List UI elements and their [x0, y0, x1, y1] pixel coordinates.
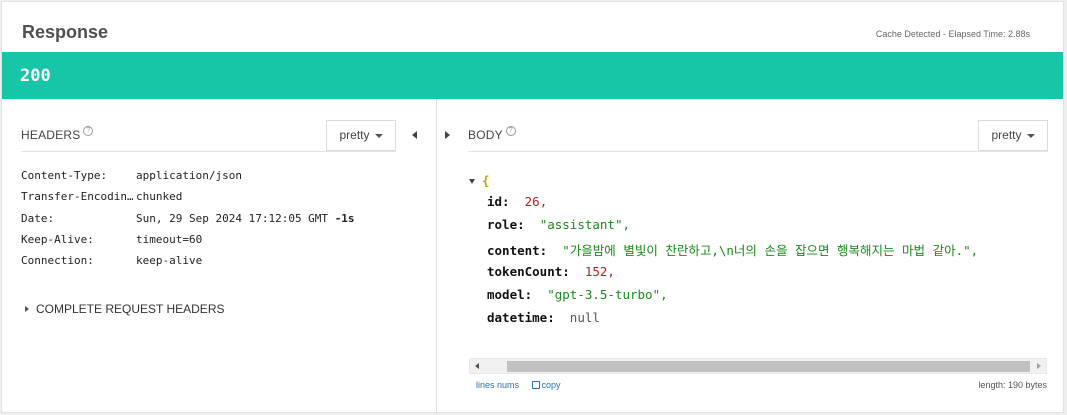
json-key: role:	[487, 217, 525, 232]
response-title: Response	[22, 22, 109, 42]
body-format-label: pretty	[991, 128, 1022, 142]
body-footer-links: lines nums copy	[476, 380, 561, 390]
json-value: "assistant",	[539, 217, 631, 232]
response-header: Response Cache Detected - Elapsed Time: …	[2, 2, 1063, 52]
scrollbar-thumb[interactable]	[507, 361, 1030, 372]
headers-section: HEADERS? pretty Content-Type: applicatio…	[2, 99, 432, 414]
json-line: content: "가을밤에 별빛이 찬란하고,\n너의 손을 잡으면 행복해지…	[487, 240, 978, 259]
headers-format-dropdown[interactable]: pretty	[326, 120, 396, 151]
json-key: model:	[487, 287, 533, 302]
headers-list: Content-Type: application/json Transfer-…	[21, 169, 421, 275]
json-viewer: { id: 26, role: "assistant", content: "가…	[469, 173, 1049, 333]
header-value: application/json	[136, 169, 242, 182]
headers-divider	[21, 151, 396, 152]
help-icon[interactable]: ?	[83, 126, 94, 136]
headers-title: HEADERS?	[21, 126, 94, 142]
body-divider	[468, 151, 1048, 152]
json-value: "gpt-3.5-turbo",	[547, 287, 668, 302]
body-length: length: 190 bytes	[978, 380, 1047, 390]
json-value: 26,	[524, 194, 548, 209]
copy-icon[interactable]	[531, 380, 540, 389]
header-row: Date: Sun, 29 Sep 2024 17:12:05 GMT -1s	[21, 212, 421, 233]
date-value: Sun, 29 Sep 2024 17:12:05 GMT	[136, 211, 329, 225]
header-key: Connection:	[21, 254, 94, 268]
header-row: Connection: keep-alive	[21, 254, 421, 275]
status-bar: 200	[2, 52, 1063, 99]
expand-right-icon[interactable]	[445, 131, 450, 139]
lines-nums-link[interactable]: lines nums	[476, 380, 519, 390]
json-key: id:	[487, 194, 510, 209]
json-open-brace: {	[482, 173, 490, 188]
header-key: Keep-Alive:	[21, 232, 94, 246]
header-row: Content-Type: application/json	[21, 169, 421, 190]
caret-down-icon	[374, 133, 383, 138]
scroll-left-icon[interactable]	[475, 363, 479, 369]
help-icon[interactable]: ?	[505, 126, 516, 136]
header-key: Transfer-Encodin…	[21, 190, 133, 204]
json-line: id: 26,	[487, 194, 547, 209]
header-value: keep-alive	[136, 254, 203, 268]
caret-down-icon	[1026, 133, 1035, 138]
body-format-dropdown[interactable]: pretty	[978, 120, 1048, 151]
caret-right-icon	[25, 305, 29, 312]
complete-request-headers-toggle[interactable]: COMPLETE REQUEST HEADERS	[25, 302, 224, 316]
header-value: timeout=60	[136, 232, 203, 246]
complete-request-headers-label: COMPLETE REQUEST HEADERS	[36, 302, 225, 316]
json-line: model: "gpt-3.5-turbo",	[487, 287, 668, 302]
horizontal-scrollbar[interactable]	[469, 358, 1047, 374]
header-value: chunked	[136, 190, 183, 204]
json-collapse-icon[interactable]	[469, 179, 475, 184]
json-key: content:	[487, 243, 548, 258]
date-offset: -1s	[334, 211, 355, 225]
json-key: datetime:	[487, 310, 555, 325]
json-line: datetime: null	[487, 310, 600, 325]
json-value: null	[569, 310, 600, 325]
json-value: "가을밤에 별빛이 찬란하고,\n너의 손을 잡으면 행복해지는 마법 같아."…	[562, 243, 979, 258]
headers-format-label: pretty	[339, 128, 370, 142]
collapse-left-icon[interactable]	[412, 131, 417, 139]
json-key: tokenCount:	[487, 264, 570, 279]
scroll-right-icon[interactable]	[1037, 363, 1041, 369]
response-panel: Response Cache Detected - Elapsed Time: …	[1, 1, 1065, 414]
status-code: 200	[20, 66, 51, 86]
body-title: BODY?	[468, 126, 516, 142]
header-row: Keep-Alive: timeout=60	[21, 233, 421, 254]
header-key: Date:	[21, 211, 55, 225]
header-key: Content-Type:	[21, 169, 108, 182]
copy-link[interactable]: copy	[542, 380, 561, 390]
header-row: Transfer-Encodin… chunked	[21, 190, 421, 211]
body-section: BODY? pretty { id: 26, role: "assistant"…	[436, 99, 1065, 414]
headers-title-label: HEADERS	[21, 128, 81, 142]
json-line: tokenCount: 152,	[487, 264, 615, 279]
elapsed-time-info: Cache Detected - Elapsed Time: 2.88s	[875, 29, 1030, 39]
json-line: role: "assistant",	[487, 217, 630, 232]
header-value: Sun, 29 Sep 2024 17:12:05 GMT -1s	[136, 212, 355, 225]
body-title-label: BODY	[468, 128, 503, 142]
json-value: 152,	[584, 264, 615, 279]
